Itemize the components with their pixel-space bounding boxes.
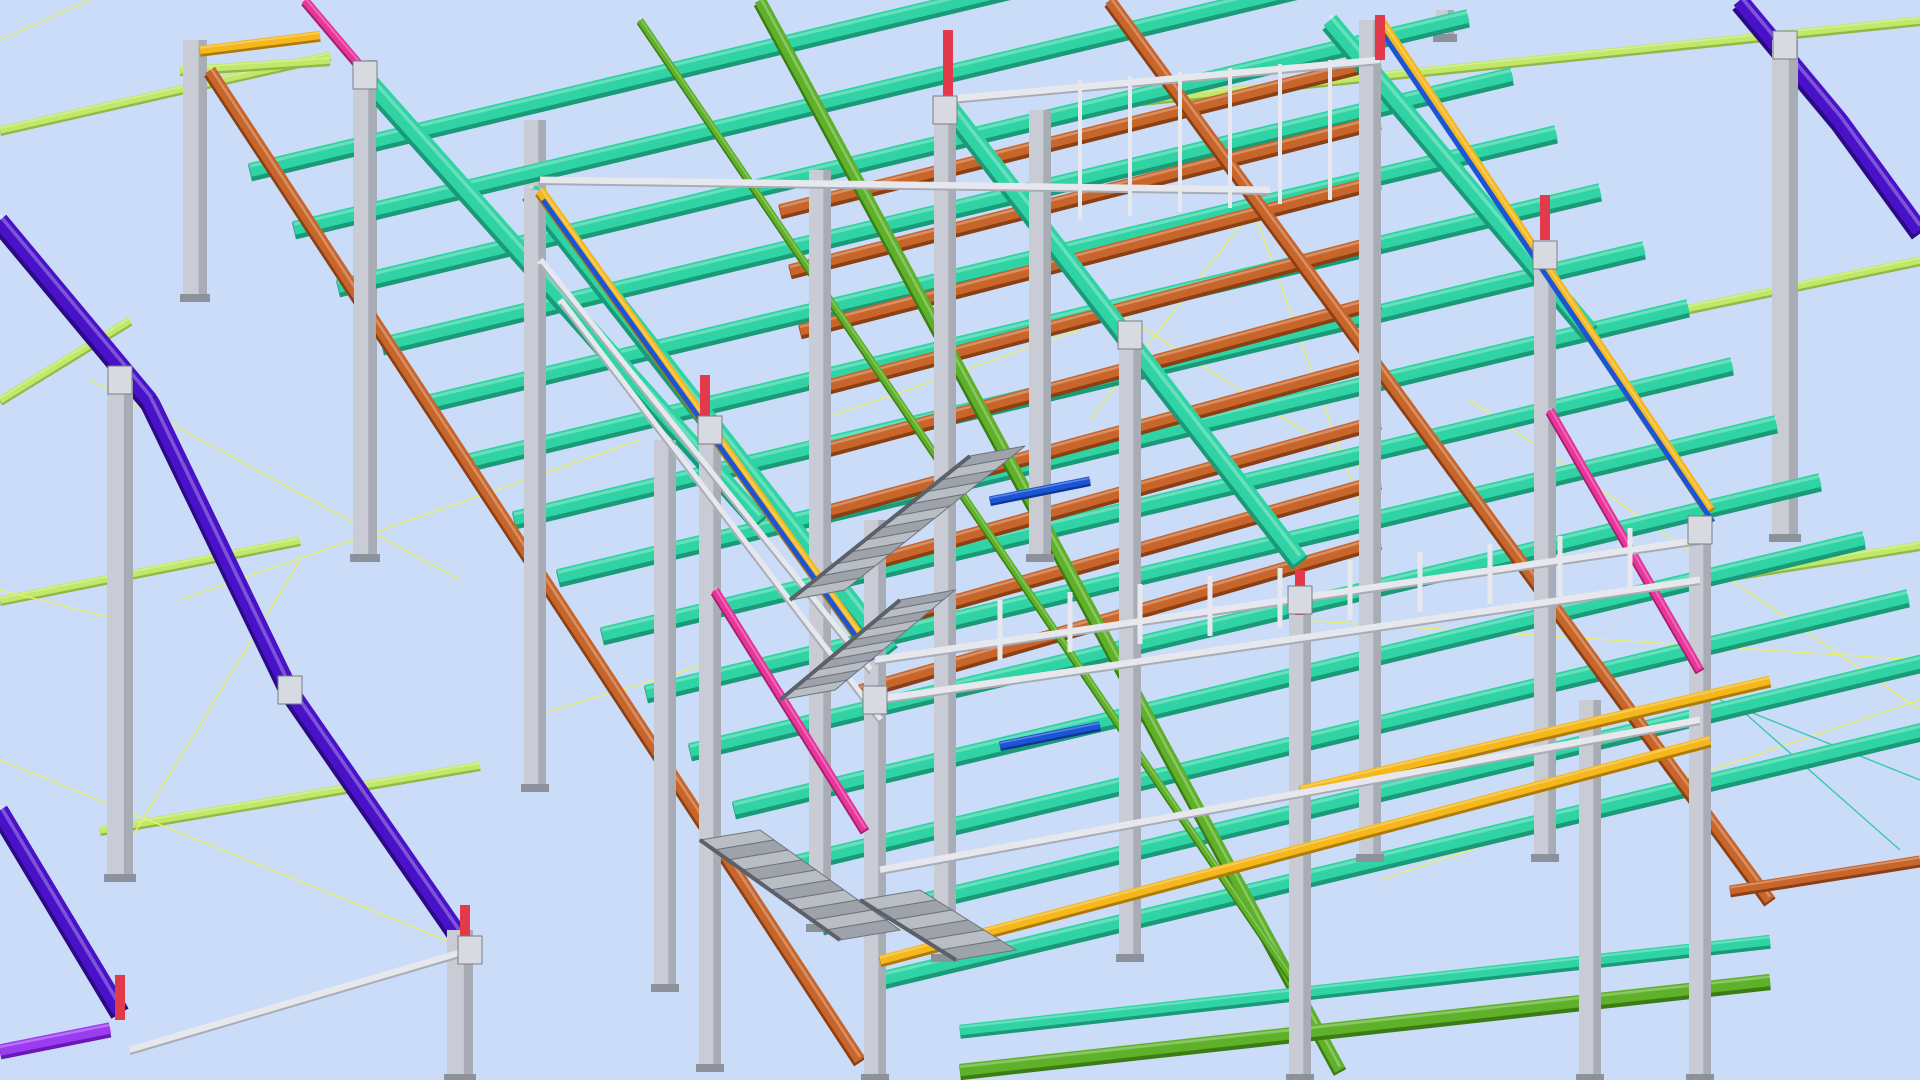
- steel-column-web: [123, 380, 133, 880]
- column-base-plate: [1026, 554, 1054, 562]
- steel-column-web: [1548, 250, 1556, 860]
- steel-column-web: [1373, 20, 1381, 860]
- connection-plate: [1532, 240, 1558, 270]
- column-base-plate: [696, 1064, 724, 1072]
- column-base-plate: [351, 554, 379, 562]
- steel-column-web: [1303, 590, 1311, 1080]
- steel-column-web: [1593, 700, 1601, 1080]
- connection-plate: [1687, 515, 1713, 545]
- steel-column-web: [1703, 520, 1711, 1080]
- column-base-plate: [1356, 854, 1384, 862]
- floor-beam-face: [959, 934, 1771, 1036]
- steel-column-web: [948, 100, 956, 960]
- purlin-highlight: [0, 537, 301, 599]
- steel-column-web: [823, 170, 831, 930]
- column-base-plate: [1576, 1074, 1604, 1080]
- connection-plate: [457, 935, 483, 965]
- column-base-plate: [651, 984, 679, 992]
- column-base-plate: [180, 294, 210, 302]
- column-base-plate: [104, 874, 136, 882]
- connection-plate: [107, 365, 133, 395]
- steel-column-web: [668, 440, 676, 990]
- connection-plate: [352, 60, 378, 90]
- purlin-face: [0, 536, 301, 604]
- connection-plate: [1287, 585, 1313, 615]
- connection-plate: [932, 95, 958, 125]
- column-base-plate: [444, 1074, 476, 1080]
- column-base-plate: [1116, 954, 1144, 962]
- edge-beam-orange-highlight: [1729, 856, 1920, 889]
- connection-plate: [862, 685, 888, 715]
- post-stub: [1375, 15, 1385, 60]
- column-base-plate: [861, 1074, 889, 1080]
- steel-rafter-highlight: [148, 394, 292, 687]
- column-base-plate: [1769, 534, 1801, 542]
- guard-rail-shadow: [129, 953, 471, 1055]
- floor-beam-highlight: [959, 935, 1771, 1029]
- column-base-plate: [1286, 1074, 1314, 1080]
- connection-plate: [697, 415, 723, 445]
- connection-plate: [1117, 320, 1143, 350]
- column-base-plate: [521, 784, 549, 792]
- steel-column-web: [1788, 40, 1798, 540]
- bracing-rod: [0, 589, 121, 621]
- post-stub: [1540, 195, 1550, 240]
- steel-structure-3d-view: [0, 0, 1920, 1080]
- steel-rafter-highlight: [1838, 114, 1920, 227]
- post-stub: [943, 30, 953, 100]
- post-stub: [115, 975, 125, 1020]
- steel-rafter-highlight: [288, 684, 472, 947]
- steel-column-web: [713, 420, 721, 1070]
- guard-rail: [129, 946, 471, 1054]
- connection-plate: [1772, 30, 1798, 60]
- steel-rafter-face: [283, 685, 477, 955]
- steel-column-web: [538, 190, 546, 790]
- 3d-model-viewport[interactable]: [0, 0, 1920, 1080]
- steel-column-web: [1133, 330, 1141, 960]
- connection-plate: [277, 675, 303, 705]
- post-stub: [700, 375, 710, 420]
- column-base-plate: [1686, 1074, 1714, 1080]
- steel-column-web: [198, 40, 207, 300]
- purlin-face: [99, 761, 481, 834]
- column-base-plate: [1531, 854, 1559, 862]
- steel-rafter-face: [0, 805, 128, 1015]
- steel-column-web: [368, 60, 376, 560]
- steel-column-web: [878, 520, 886, 1080]
- bracing-rod: [0, 0, 91, 41]
- steel-rafter-face: [1833, 115, 1920, 235]
